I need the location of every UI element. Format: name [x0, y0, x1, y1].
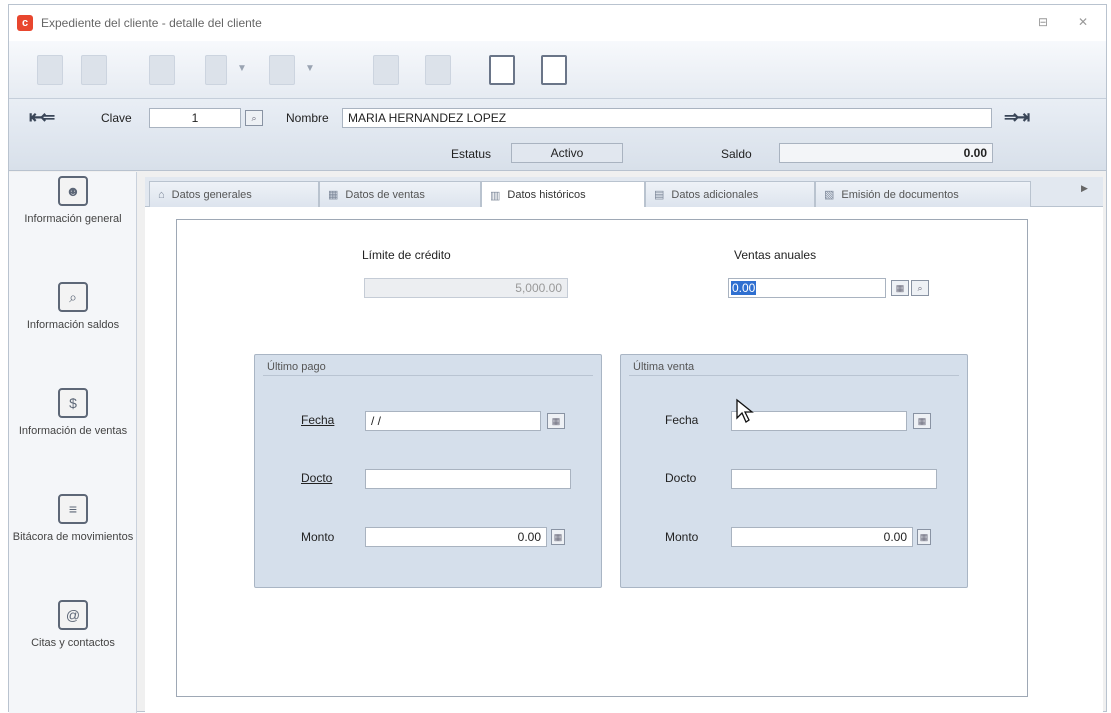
clave-lookup-icon[interactable]: ⌕	[245, 110, 263, 126]
sales-icon: ▦	[328, 189, 339, 201]
fecha-label: Fecha	[301, 413, 335, 427]
saldo-label: Saldo	[721, 147, 752, 161]
ultima-venta-docto-field[interactable]	[731, 469, 937, 489]
tab-emision-documentos[interactable]: ▧ Emisión de documentos	[815, 181, 1031, 207]
ventas-anuales-field[interactable]: 0.00	[728, 278, 886, 298]
docto-label: Docto	[665, 471, 697, 485]
sidebar-item-label: Bitácora de movimientos	[12, 531, 134, 543]
last-record-icon[interactable]: ⇒⇥	[1004, 107, 1030, 128]
tab-label: Datos adicionales	[671, 188, 759, 201]
ventas-anuales-label: Ventas anuales	[734, 248, 817, 262]
tab-label: Datos históricos	[507, 189, 586, 201]
history-icon[interactable]	[541, 55, 567, 85]
title-bar: c Expediente del cliente - detalle del c…	[9, 5, 1106, 41]
coins-icon: $	[58, 388, 88, 418]
ultimo-pago-fecha-field[interactable]: / /	[365, 411, 541, 431]
print-dropdown-icon[interactable]: ▼	[305, 63, 315, 74]
sidebar-item-label: Información saldos	[26, 319, 120, 331]
tab-bar: ⌂ Datos generales ▦ Datos de ventas ▥ Datos…	[145, 177, 1103, 208]
client-detail-window: c Expediente del cliente - detalle del c…	[8, 4, 1107, 713]
sidebar-item-label: Citas y contactos	[31, 637, 115, 649]
sidebar-item-label: Información de ventas	[18, 425, 128, 437]
tab-label: Datos generales	[171, 188, 252, 201]
monto-label: Monto	[665, 530, 699, 544]
tab-label: Emisión de documentos	[841, 188, 959, 201]
balance-search-icon: ⌕	[58, 282, 88, 312]
ultimo-pago-legend: Último pago	[267, 361, 326, 373]
ultima-venta-monto-field[interactable]: 0.00	[731, 527, 913, 547]
sidebar-item-citas-contactos[interactable]: @ Citas y contactos	[9, 600, 137, 650]
restore-button[interactable]: ⊟	[1035, 15, 1051, 29]
tab-datos-historicos[interactable]: ▥ Datos históricos	[481, 181, 645, 208]
calculator-icon[interactable]: ▦	[891, 280, 909, 296]
documents-icon[interactable]	[489, 55, 515, 85]
ultimo-pago-monto-field[interactable]: 0.00	[365, 527, 547, 547]
export-icon[interactable]	[373, 55, 399, 85]
toolbar: ▼ ▼	[9, 41, 1106, 99]
monto-label: Monto	[301, 530, 335, 544]
report-icon[interactable]	[425, 55, 451, 85]
sidebar-item-bitacora[interactable]: ≡ Bitácora de movimientos	[9, 494, 137, 544]
contacts-icon: @	[58, 600, 88, 630]
tab-scroll-right-icon[interactable]: ▶	[1081, 183, 1088, 194]
ultima-venta-group: Última venta Fecha ▦ Docto Monto 0.00 ▦	[620, 354, 968, 588]
nombre-field[interactable]: MARIA HERNANDEZ LOPEZ	[342, 108, 992, 128]
estatus-label: Estatus	[451, 147, 492, 161]
calculator-icon[interactable]: ▦	[551, 529, 565, 545]
limite-credito-label: Límite de crédito	[362, 248, 451, 262]
edit-icon[interactable]	[81, 55, 107, 85]
additional-icon: ▤	[654, 189, 665, 201]
ultima-venta-legend: Última venta	[633, 361, 695, 373]
fecha-label: Fecha	[665, 413, 699, 427]
estatus-field: Activo	[511, 143, 623, 163]
history-tab-icon: ▥	[490, 189, 501, 202]
window-title: Expediente del cliente - detalle del cli…	[41, 16, 262, 30]
filter-icon[interactable]	[205, 55, 227, 85]
mouse-cursor-icon	[736, 398, 754, 423]
calculator-icon[interactable]: ▦	[917, 529, 931, 545]
sidebar-item-informacion-ventas[interactable]: $ Información de ventas	[9, 388, 137, 438]
user-icon: ☻	[58, 176, 88, 206]
sidebar-item-label: Información general	[24, 213, 122, 225]
lookup-icon[interactable]: ⌕	[911, 280, 929, 296]
sidebar-item-informacion-saldos[interactable]: ⌕ Información saldos	[9, 282, 137, 332]
record-header: ⇤⇐ Clave 1 ⌕ Nombre MARIA HERNANDEZ LOPE…	[9, 99, 1106, 171]
docto-label: Docto	[301, 471, 333, 485]
ventas-anuales-value: 0.00	[731, 281, 757, 295]
tab-datos-adicionales[interactable]: ▤ Datos adicionales	[645, 181, 815, 207]
group-divider	[629, 375, 959, 376]
historicos-panel: Límite de crédito 5,000.00 Ventas anuale…	[176, 219, 1028, 697]
nombre-label: Nombre	[286, 111, 329, 125]
first-record-icon[interactable]: ⇤⇐	[29, 107, 55, 128]
tab-datos-generales[interactable]: ⌂ Datos generales	[149, 181, 319, 207]
sidebar: ☻ Información general ⌕ Información sald…	[9, 172, 137, 713]
document-icon: ▧	[824, 189, 835, 201]
log-icon: ≡	[58, 494, 88, 524]
group-divider	[263, 375, 593, 376]
tab-datos-ventas[interactable]: ▦ Datos de ventas	[319, 181, 481, 207]
sidebar-item-informacion-general[interactable]: ☻ Información general	[9, 176, 137, 226]
filter-dropdown-icon[interactable]: ▼	[237, 63, 247, 74]
tab-content: Límite de crédito 5,000.00 Ventas anuale…	[145, 207, 1103, 713]
calendar-icon[interactable]: ▦	[547, 413, 565, 429]
close-button[interactable]: ✕	[1075, 15, 1091, 29]
saldo-field: 0.00	[779, 143, 993, 163]
ultimo-pago-group: Último pago Fecha / / ▦ Docto Monto 0.00…	[254, 354, 602, 588]
calendar-icon[interactable]: ▦	[913, 413, 931, 429]
tab-label: Datos de ventas	[345, 188, 425, 201]
delete-icon[interactable]	[149, 55, 175, 85]
home-icon: ⌂	[158, 188, 165, 201]
app-icon: c	[17, 15, 33, 31]
clave-label: Clave	[101, 111, 132, 125]
clave-field[interactable]: 1	[149, 108, 241, 128]
new-icon[interactable]	[37, 55, 63, 85]
limite-credito-field: 5,000.00	[364, 278, 568, 298]
ultimo-pago-docto-field[interactable]	[365, 469, 571, 489]
print-icon[interactable]	[269, 55, 295, 85]
